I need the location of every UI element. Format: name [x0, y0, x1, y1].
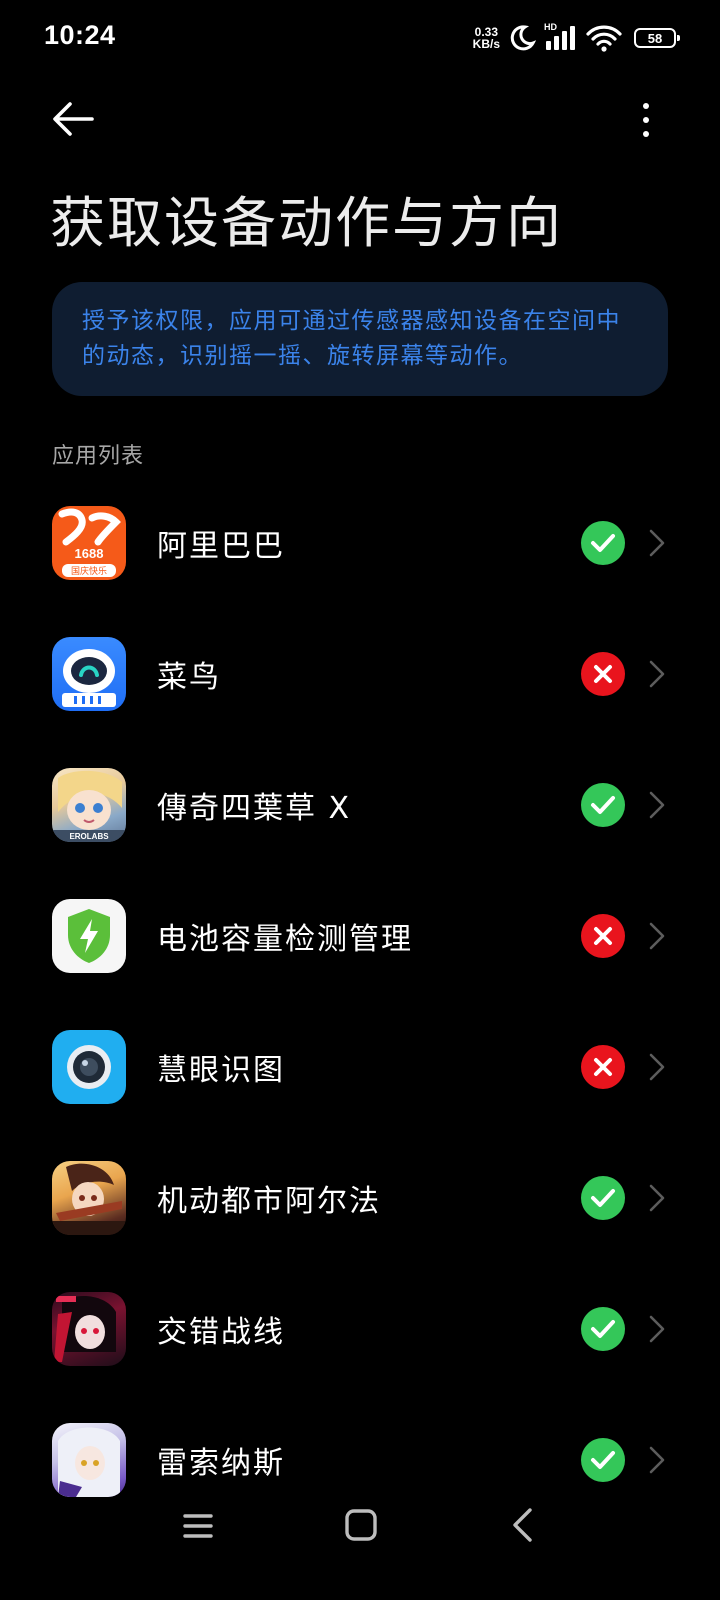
anime-soldier-icon [52, 1161, 126, 1235]
allowed-check-icon [581, 1438, 625, 1482]
app-row-alibaba[interactable]: 1688 国庆快乐 阿里巴巴 [0, 476, 720, 607]
app-name: 电池容量检测管理 [157, 922, 413, 957]
app-row-huiyan[interactable]: 慧眼识图 [0, 1000, 720, 1131]
app-list-header: 应用列表 [52, 444, 145, 469]
app-row-battery-manager[interactable]: 电池容量检测管理 [0, 869, 720, 1000]
network-speed: 0.33 KB/s [473, 26, 500, 50]
denied-x-icon [581, 914, 625, 958]
app-name: 慧眼识图 [157, 1053, 285, 1088]
chevron-right-icon [649, 1446, 665, 1474]
anime-girl-red-icon [52, 1292, 126, 1366]
allowed-check-icon [581, 521, 625, 565]
nav-back-icon[interactable] [508, 1506, 536, 1544]
permission-description-banner: 授予该权限，应用可通过传感器感知设备在空间中的动态，识别摇一摇、旋转屏幕等动作。 [52, 282, 668, 396]
recent-apps-menu-icon[interactable] [182, 1510, 214, 1542]
do-not-disturb-moon-icon [510, 25, 536, 51]
status-bar: 10:24 0.33 KB/s HD 58 [0, 0, 720, 76]
alibaba-1688-text: 1688 [75, 546, 104, 561]
cell-signal: HD [544, 22, 578, 52]
wifi-icon [586, 25, 622, 52]
chevron-right-icon [649, 791, 665, 819]
battery-icon: 58 [634, 28, 680, 48]
app-name: 交错战线 [157, 1315, 285, 1350]
permission-description-text: 授予该权限，应用可通过传感器感知设备在空间中的动态，识别摇一摇、旋转屏幕等动作。 [82, 308, 621, 369]
alibaba-caption-text: 国庆快乐 [71, 565, 107, 577]
cainiao-robot-icon [52, 637, 126, 711]
page-title: 获取设备动作与方向 [50, 191, 564, 255]
chevron-right-icon [649, 529, 665, 557]
chevron-right-icon [649, 922, 665, 950]
denied-x-icon [581, 1045, 625, 1089]
app-row-cainiao[interactable]: 菜鸟 [0, 607, 720, 738]
denied-x-icon [581, 652, 625, 696]
app-row-alpha[interactable]: 机动都市阿尔法 [0, 1131, 720, 1262]
allowed-check-icon [581, 1307, 625, 1351]
system-navigation-bar [0, 1490, 720, 1600]
allowed-check-icon [581, 783, 625, 827]
app-name: 傳奇四葉草 X [157, 791, 352, 826]
chevron-right-icon [649, 1315, 665, 1343]
back-arrow-icon[interactable] [48, 96, 98, 142]
last-origin-anime-icon: EROLABS [52, 768, 126, 842]
status-icons: 0.33 KB/s HD 58 [473, 22, 680, 54]
allowed-check-icon [581, 1176, 625, 1220]
app-name: 阿里巴巴 [157, 529, 285, 564]
home-square-icon[interactable] [344, 1508, 378, 1542]
anime-white-hair-icon [52, 1423, 126, 1497]
alibaba-1688-icon: 1688 国庆快乐 [52, 506, 126, 580]
app-name: 雷索纳斯 [157, 1446, 285, 1481]
chevron-right-icon [649, 1184, 665, 1212]
battery-level: 58 [647, 30, 663, 46]
camera-lens-icon [52, 1030, 126, 1104]
battery-shield-icon [52, 899, 126, 973]
more-options-icon[interactable] [634, 98, 658, 142]
app-name: 菜鸟 [157, 660, 221, 695]
app-row-jiaocuo[interactable]: 交错战线 [0, 1262, 720, 1393]
chevron-right-icon [649, 1053, 665, 1081]
app-list: 1688 国庆快乐 阿里巴巴 菜鸟 EROLABS 傳奇四葉草 X 电池容量检测… [0, 476, 720, 1524]
signal-bars-icon [546, 26, 575, 50]
status-time: 10:24 [44, 20, 116, 50]
app-name: 机动都市阿尔法 [157, 1184, 381, 1219]
app-row-last-origin[interactable]: EROLABS 傳奇四葉草 X [0, 738, 720, 869]
last-origin-caption: EROLABS [69, 832, 109, 841]
network-speed-unit: KB/s [472, 37, 500, 51]
chevron-right-icon [649, 660, 665, 688]
